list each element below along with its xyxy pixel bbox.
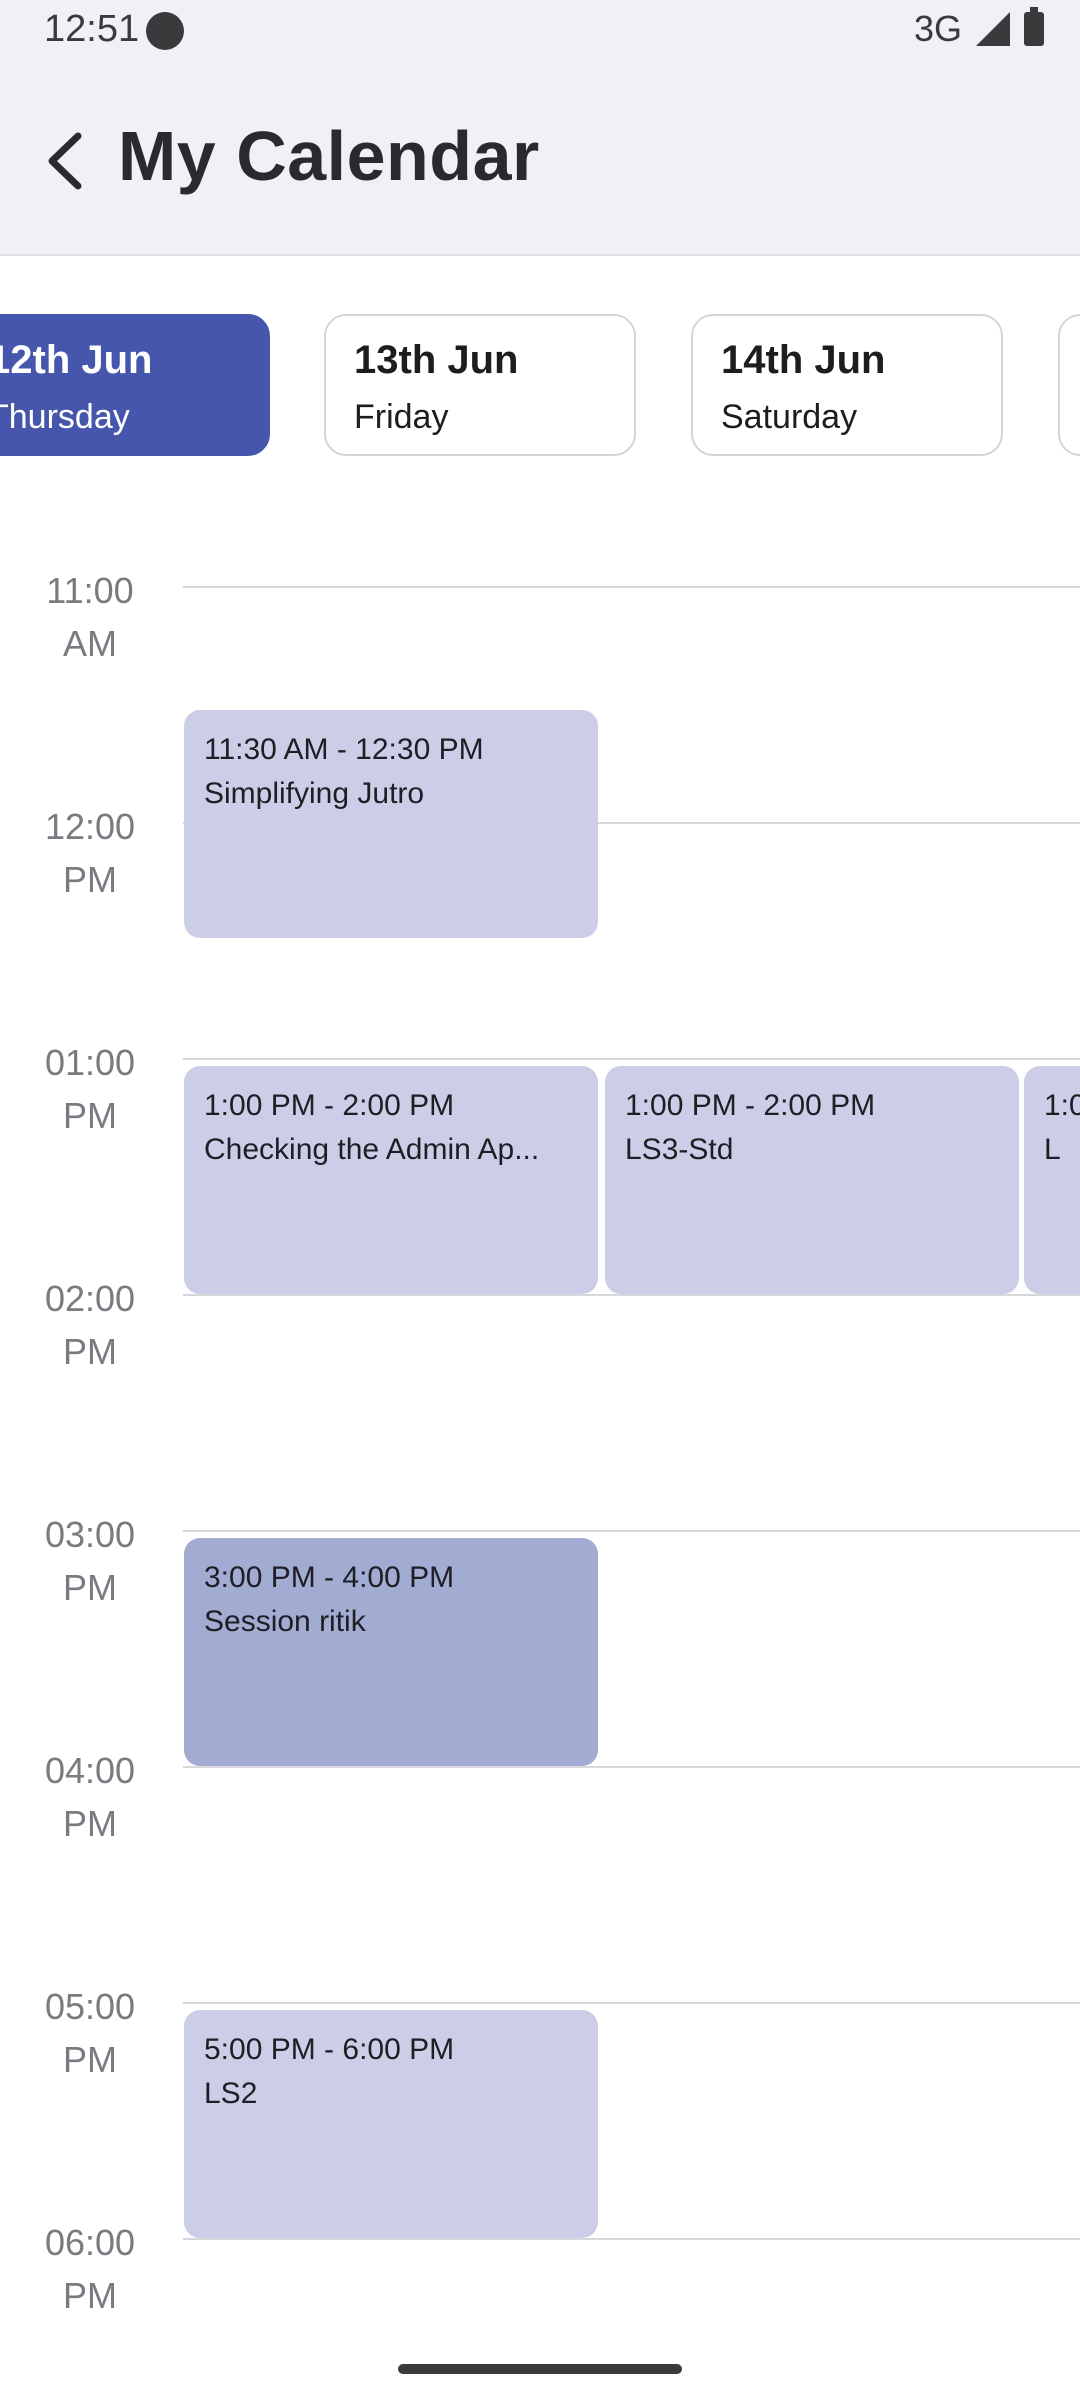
event-title: LS3-Std (625, 1133, 734, 1166)
hour-label-ampm: PM (63, 1331, 117, 1372)
hour-label-time: 11:00 (46, 570, 134, 611)
hour-line (183, 1058, 1080, 1060)
hour-label-4pm: 04:00 PM (20, 1744, 160, 1850)
event-title: Session ritik (204, 1605, 366, 1638)
chip-date: 14th Jun (721, 338, 886, 382)
hour-label-ampm: PM (63, 859, 117, 900)
day-timeline: 11:00 AM 12:00 PM 01:00 PM 02:00 PM 03:00 PM … (0, 540, 1080, 2340)
signal-icon (976, 12, 1010, 46)
home-indicator[interactable] (398, 2364, 682, 2374)
battery-icon (1024, 7, 1044, 46)
hour-label-6pm: 06:00 PM (20, 2216, 160, 2322)
hour-label-2pm: 02:00 PM (20, 1272, 160, 1378)
date-chip-12-jun[interactable]: 12th Jun Thursday (0, 314, 270, 456)
hour-label-ampm: PM (63, 2275, 117, 2316)
status-time: 12:51 (44, 8, 140, 50)
hour-label-ampm: PM (63, 2039, 117, 2080)
chevron-left-icon (48, 132, 82, 190)
hour-label-5pm: 05:00 PM (20, 1980, 160, 2086)
event-card[interactable]: 1:00 PM - 2:00 PM Checking the Admin Ap.… (184, 1066, 598, 1294)
event-title: Checking the Admin Ap... (204, 1133, 540, 1166)
chip-date: 13th Jun (354, 338, 519, 382)
hour-label-1pm: 01:00 PM (20, 1036, 160, 1142)
hour-line (183, 1766, 1080, 1768)
date-selector[interactable]: 12th Jun Thursday 13th Jun Friday 14th J… (0, 314, 1080, 460)
chip-day: Friday (354, 398, 449, 436)
network-type: 3G (913, 8, 962, 49)
date-chip-13-jun[interactable]: 13th Jun Friday (324, 314, 636, 456)
date-chip-14-jun[interactable]: 14th Jun Saturday (691, 314, 1003, 456)
hour-line (183, 2238, 1080, 2240)
hour-label-time: 06:00 (44, 2222, 136, 2263)
chip-day: Saturday (721, 398, 858, 436)
status-bar: 12:51 3G (0, 0, 1080, 64)
event-time: 11:30 AM - 12:30 PM (204, 733, 484, 766)
event-title: LS2 (204, 2077, 258, 2110)
hour-label-time: 02:00 (44, 1278, 136, 1319)
event-title: Simplifying Jutro (204, 777, 425, 810)
hour-line (183, 2002, 1080, 2004)
event-time: 1:0 (1044, 1089, 1080, 1122)
hour-label-time: 04:00 (44, 1750, 136, 1791)
hour-line (183, 586, 1080, 588)
hour-label-ampm: PM (63, 1803, 117, 1844)
event-time: 1:00 PM - 2:00 PM (204, 1089, 455, 1122)
event-card[interactable]: 1:0 LS (1024, 1066, 1080, 1294)
hour-label-time: 12:00 (44, 806, 136, 847)
hour-label-time: 05:00 (44, 1986, 136, 2027)
chip-date: 12th Jun (0, 338, 153, 382)
app-bar: My Calendar (0, 64, 1080, 256)
hour-label-ampm: PM (63, 1095, 117, 1136)
hour-line (183, 1530, 1080, 1532)
page-title: My Calendar (118, 117, 540, 195)
event-card[interactable]: 1:00 PM - 2:00 PM LS3-Std (605, 1066, 1019, 1294)
event-title: LS (1044, 1133, 1060, 1166)
hour-label-time: 03:00 (44, 1514, 136, 1555)
event-time: 1:00 PM - 2:00 PM (625, 1089, 876, 1122)
event-time: 3:00 PM - 4:00 PM (204, 1561, 455, 1594)
event-time: 5:00 PM - 6:00 PM (204, 2033, 455, 2066)
notification-dot-icon (146, 12, 184, 50)
hour-label-ampm: AM (63, 623, 117, 664)
date-chip-next[interactable] (1058, 314, 1080, 456)
hour-label-time: 01:00 (44, 1042, 136, 1083)
event-card[interactable]: 3:00 PM - 4:00 PM Session ritik (184, 1538, 598, 1766)
hour-label-12pm: 12:00 PM (20, 800, 160, 906)
chip-day: Thursday (0, 398, 130, 436)
hour-label-ampm: PM (63, 1567, 117, 1608)
hour-label-3pm: 03:00 PM (20, 1508, 160, 1614)
hour-label-11am: 11:00 AM (20, 564, 160, 670)
hour-line (183, 1294, 1080, 1296)
event-card[interactable]: 11:30 AM - 12:30 PM Simplifying Jutro (184, 710, 598, 938)
event-card[interactable]: 5:00 PM - 6:00 PM LS2 (184, 2010, 598, 2238)
back-button[interactable] (40, 126, 100, 196)
